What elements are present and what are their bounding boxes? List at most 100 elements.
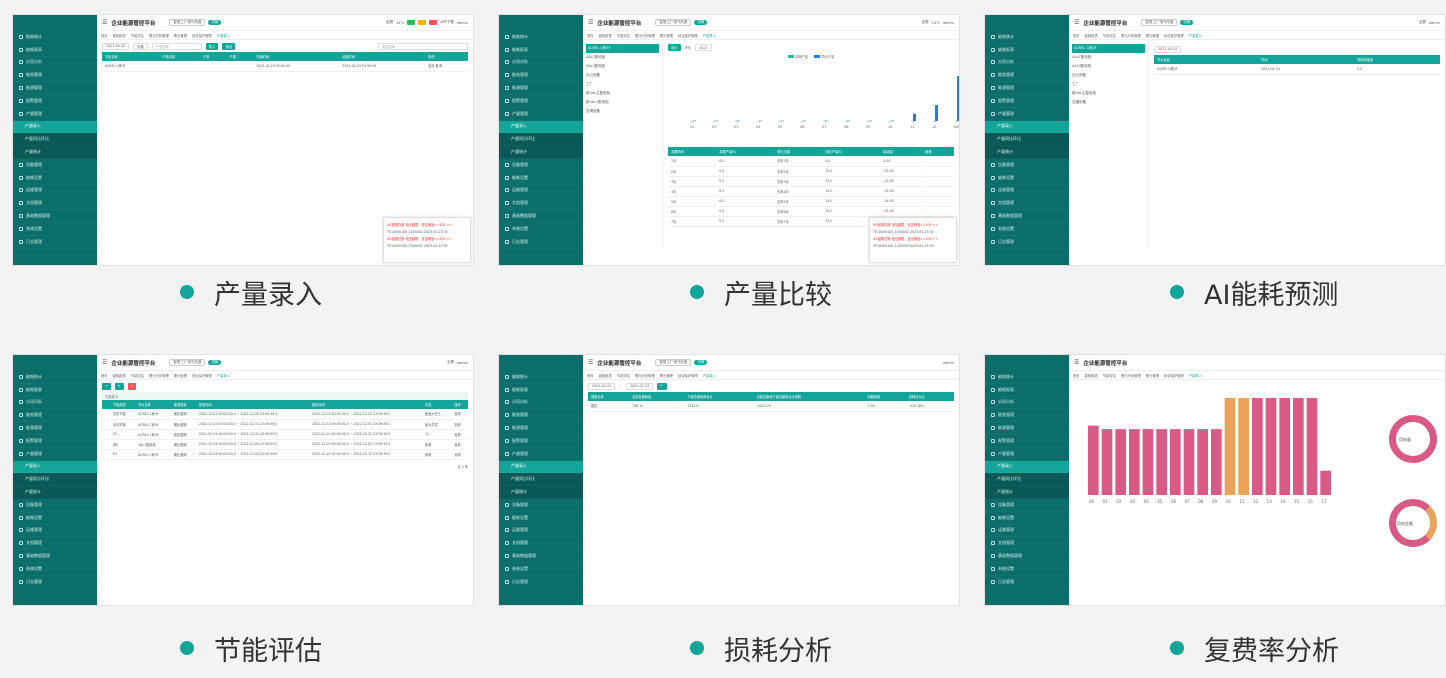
tab[interactable]: 需元管理 xyxy=(660,373,673,378)
sidebar-item[interactable]: 能效管理 xyxy=(13,69,97,83)
sidebar-item[interactable]: 系统设置 xyxy=(499,563,583,576)
tab[interactable]: 首页 xyxy=(587,373,594,378)
sidebar-item[interactable]: 产量管理 xyxy=(13,108,97,121)
tree-node[interactable]: 4AL3配电柜 xyxy=(586,62,659,71)
fullscreen-button[interactable]: 全屏 xyxy=(922,20,929,25)
sidebar-item[interactable]: 运维管理 xyxy=(499,525,583,538)
sidebar-item[interactable]: 能耗报表 xyxy=(13,44,97,57)
tab[interactable]: 产量录入 xyxy=(1189,33,1202,38)
tree-node[interactable]: 办公设备 xyxy=(586,71,659,80)
tab[interactable]: 综合保护管理 xyxy=(1164,373,1184,378)
fullscreen-button[interactable]: 全屏 xyxy=(447,360,454,365)
delete-button[interactable]: ✕ xyxy=(127,382,137,390)
sidebar-item[interactable]: 分项分析 xyxy=(499,57,583,70)
sidebar-subitem[interactable]: 产量录入 xyxy=(985,460,1069,474)
sidebar-item[interactable]: 日志管理 xyxy=(499,236,583,249)
search-button[interactable]: 🔍 xyxy=(657,382,668,390)
tab[interactable]: 需元管理 xyxy=(660,33,673,38)
sidebar-item[interactable]: 运维管理 xyxy=(499,185,583,198)
tab[interactable]: 需元分析管理 xyxy=(1121,373,1141,378)
sidebar-subitem[interactable]: 产量统计 xyxy=(985,146,1069,159)
menu-icon[interactable]: ☰ xyxy=(1074,359,1079,366)
sidebar-item[interactable]: 报警管理 xyxy=(985,95,1069,108)
sidebar-item[interactable]: 基础数据管理 xyxy=(985,550,1069,563)
sidebar-item[interactable]: 能耗报表 xyxy=(985,44,1069,57)
sidebar-item[interactable]: 系统设置 xyxy=(13,223,97,236)
sidebar-item[interactable]: 文档管理 xyxy=(499,537,583,551)
add-button[interactable]: 添加 xyxy=(222,42,235,50)
sidebar-item[interactable]: 能源管理 xyxy=(13,82,97,95)
tab[interactable]: 节能评估 xyxy=(617,33,630,38)
tab[interactable]: 需元分析管理 xyxy=(1121,33,1141,38)
tab-mom[interactable]: 环比 xyxy=(685,45,692,50)
tab[interactable]: 首页 xyxy=(101,33,108,38)
sidebar-item[interactable]: 基础数据管理 xyxy=(13,550,97,563)
tab[interactable]: 能耗报表 xyxy=(599,33,612,38)
sidebar-item[interactable]: 产量管理 xyxy=(499,448,583,461)
sidebar-item[interactable]: 产量管理 xyxy=(985,448,1069,461)
tab[interactable]: 首页 xyxy=(587,33,594,38)
tab[interactable]: 能耗报表 xyxy=(113,373,126,378)
sidebar-item[interactable]: 能耗统计 xyxy=(985,371,1069,384)
tab[interactable]: 产量录入 xyxy=(703,33,716,38)
sidebar-subitem[interactable]: 产量统计 xyxy=(499,486,583,499)
sidebar-item[interactable]: 基础数据管理 xyxy=(499,550,583,563)
sidebar-item[interactable]: 能耗设置 xyxy=(985,512,1069,525)
sidebar-item[interactable]: 能源管理 xyxy=(13,422,97,435)
date-input[interactable]: 2023-04-23 xyxy=(102,42,130,50)
sidebar-subitem[interactable]: 产量录入 xyxy=(499,460,583,474)
tab[interactable]: 能耗报表 xyxy=(1085,33,1098,38)
sidebar-item[interactable]: 产量管理 xyxy=(13,448,97,461)
site-select[interactable]: 智慧工厂电气改造 xyxy=(1141,19,1178,26)
sidebar-item[interactable]: 能耗统计 xyxy=(499,31,583,44)
tree-node[interactable]: 新4AL主配电柜 xyxy=(1072,89,1145,98)
sidebar-item[interactable]: 能耗设置 xyxy=(13,512,97,525)
tab[interactable]: 需元分析管理 xyxy=(635,373,655,378)
sidebar-subitem[interactable]: 产量统计 xyxy=(985,486,1069,499)
menu-icon[interactable]: ☰ xyxy=(102,19,107,26)
sidebar-item[interactable]: 能耗报表 xyxy=(499,384,583,397)
tab[interactable]: 首页 xyxy=(1073,373,1080,378)
sidebar-item[interactable]: 文档管理 xyxy=(985,537,1069,551)
sidebar-item[interactable]: 设备管理 xyxy=(985,159,1069,172)
tab[interactable]: 综合保护管理 xyxy=(1164,33,1184,38)
sidebar-item[interactable]: 产量管理 xyxy=(985,108,1069,121)
tree-node[interactable]: 4AL1配电柜 xyxy=(586,53,659,62)
sidebar-subitem[interactable]: 产量录入 xyxy=(499,120,583,134)
sidebar-item[interactable]: 文档管理 xyxy=(985,197,1069,211)
sidebar-item[interactable]: 报警管理 xyxy=(13,435,97,448)
sidebar-item[interactable]: 系统设置 xyxy=(499,223,583,236)
sidebar-item[interactable]: 日志管理 xyxy=(985,576,1069,589)
sidebar-item[interactable]: 分项分析 xyxy=(985,57,1069,70)
sidebar-item[interactable]: 能耗报表 xyxy=(985,384,1069,397)
tab[interactable]: 节能评估 xyxy=(617,373,630,378)
site-badge[interactable]: 切换 xyxy=(1180,20,1194,25)
sidebar-item[interactable]: 报警管理 xyxy=(499,95,583,108)
search-input[interactable]: 电能查询 xyxy=(378,42,468,50)
site-select[interactable]: 智慧工厂电气改造 xyxy=(169,19,206,26)
sidebar-subitem[interactable]: 产量同比环比 xyxy=(499,133,583,147)
sidebar-item[interactable]: 能耗报表 xyxy=(13,384,97,397)
sidebar-item[interactable]: 设备管理 xyxy=(499,499,583,512)
tree-node[interactable]: 工厂 xyxy=(1072,80,1145,89)
sidebar-item[interactable]: 产量管理 xyxy=(499,108,583,121)
tab[interactable]: 需元管理 xyxy=(1146,373,1159,378)
tab[interactable]: 需元分析管理 xyxy=(635,33,655,38)
sidebar-item[interactable]: 能源管理 xyxy=(985,82,1069,95)
sidebar-subitem[interactable]: 产量同比环比 xyxy=(13,133,97,147)
tab[interactable]: 需元分析管理 xyxy=(149,373,169,378)
tab[interactable]: 综合保护管理 xyxy=(678,33,698,38)
tab[interactable]: 能耗报表 xyxy=(599,373,612,378)
site-select[interactable]: 智慧工厂电气改造 xyxy=(169,359,206,366)
alarm-tag[interactable] xyxy=(407,20,416,25)
tab[interactable]: 需元管理 xyxy=(1146,33,1159,38)
tab[interactable]: 需元分析管理 xyxy=(149,33,169,38)
tab[interactable]: 能耗报表 xyxy=(1085,373,1098,378)
tab[interactable]: 首页 xyxy=(1073,33,1080,38)
sidebar-subitem[interactable]: 产量同比环比 xyxy=(985,133,1069,147)
tab[interactable]: 综合保护管理 xyxy=(192,373,212,378)
menu-icon[interactable]: ☰ xyxy=(588,359,593,366)
date-input[interactable]: 2023-04-24 xyxy=(1154,45,1182,53)
tree-node[interactable]: ACREL C栋4F xyxy=(586,44,659,53)
sidebar-item[interactable]: 基础数据管理 xyxy=(499,210,583,223)
